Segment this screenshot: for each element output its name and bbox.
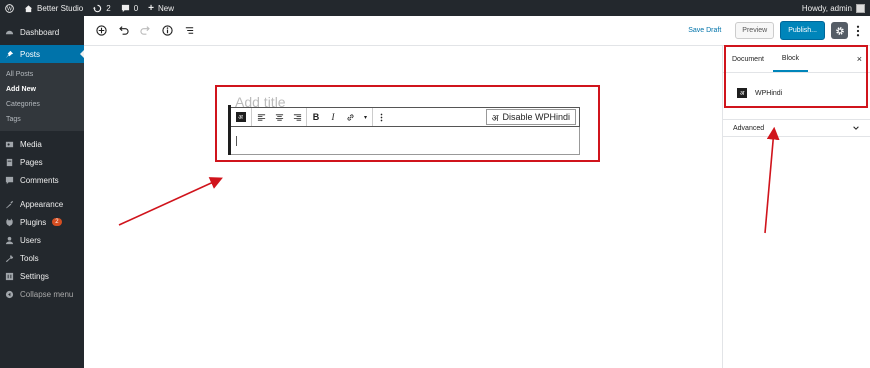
annotation-arrows	[118, 126, 780, 234]
arrow-to-editor	[118, 177, 223, 226]
arrow-to-inspector	[764, 126, 780, 234]
